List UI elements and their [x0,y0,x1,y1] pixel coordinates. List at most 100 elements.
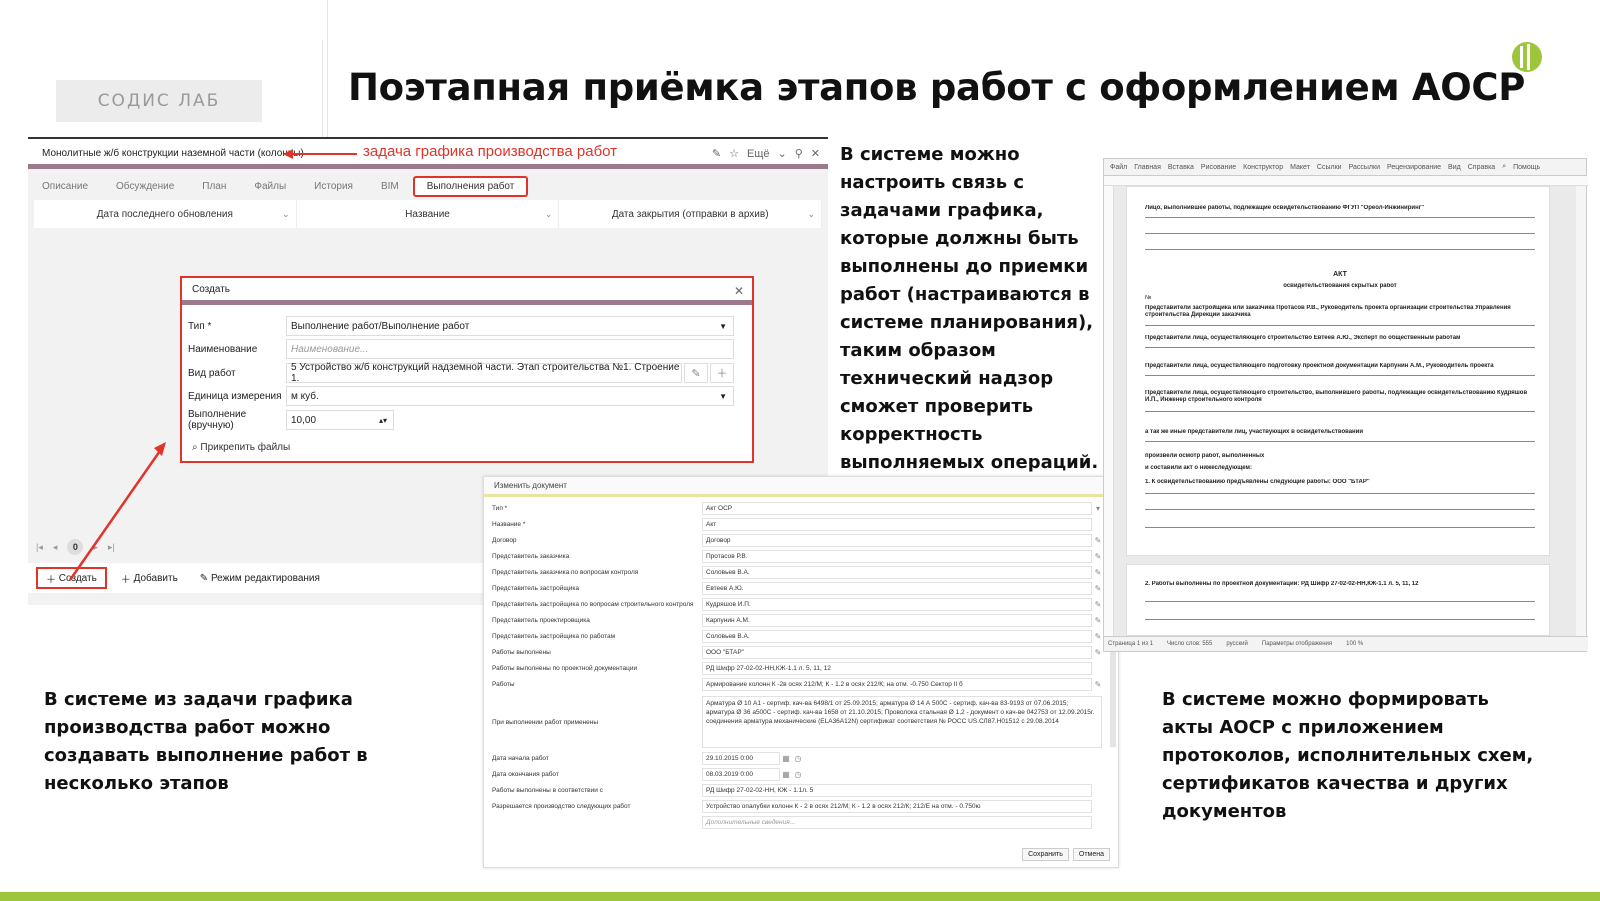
edit-icon[interactable]: ✎ [712,147,721,160]
doc-line: 1. К освидетельствованию предъявлены сле… [1145,479,1370,485]
ribbon-tab[interactable]: Рассылки [1349,164,1380,171]
doc-field[interactable]: РД Шифр 27-02-02-НН,КЖ-1.1 л. 5, 11, 12 [702,662,1092,675]
field-label: Единица измерения [188,390,282,402]
add-icon[interactable]: ＋ [710,363,734,383]
doc-line: а так же иные представители лиц, участву… [1145,429,1364,435]
ribbon-tab[interactable]: Файл [1110,164,1127,171]
doc-row: Представитель заказчика по вопросам конт… [492,565,1104,580]
task-annotation: задача графика производства работ [363,143,618,160]
doc-field[interactable]: Соловьев В.А. [702,630,1092,643]
save-button[interactable]: Сохранить [1022,848,1069,861]
display-settings[interactable]: Параметры отображения [1262,641,1332,647]
logo-text: СОДИС ЛАБ [97,91,221,111]
doc-header: Изменить документ [484,477,1118,497]
edit-icon[interactable]: ✎ [684,363,708,383]
field-label: Выполнение (вручную) [188,409,247,431]
zoom-level[interactable]: 100 % [1346,641,1363,647]
doc-row: Договор Договор ✎ [492,533,1104,548]
tab-description[interactable]: Описание [28,181,102,192]
doc-field[interactable]: ООО "БТАР" [702,646,1092,659]
task-tabs: Описание Обсуждение План Файлы История B… [28,174,828,198]
extra-info-field[interactable]: Дополнительные сведения... [702,816,1092,829]
tab-discussion[interactable]: Обсуждение [102,181,188,192]
ribbon-tab[interactable]: Макет [1290,164,1310,171]
doc-field[interactable]: Акт [702,518,1092,531]
doc-field[interactable]: Карпунин А.М. [702,614,1092,627]
tab-plan[interactable]: План [188,181,240,192]
doc-field[interactable]: Протасов Р.В. [702,550,1092,563]
underline [1145,375,1535,376]
column-header[interactable]: Дата последнего обновления ⌄ [34,200,297,228]
close-icon[interactable]: ✕ [811,147,820,160]
column-header[interactable]: Название ⌄ [297,200,560,228]
cancel-button[interactable]: Отмена [1072,848,1110,861]
column-header[interactable]: Дата закрытия (отправки в архив) ⌄ [559,200,823,228]
underline [1145,509,1535,510]
ribbon-tab[interactable]: Конструктор [1243,164,1283,171]
stepper-icon[interactable]: ▴▾ [379,416,387,425]
ribbon-tab[interactable]: Рисование [1201,164,1236,171]
materials-textarea[interactable]: Арматура Ø 10 А1 - сертиф. кач-ва 6498/1… [702,696,1102,748]
ribbon-tab[interactable]: Главная [1134,164,1161,171]
work-type-field[interactable]: 5 Устройство ж/б конструкций надземной ч… [286,362,682,384]
calendar-icon[interactable]: ▦ [780,754,792,763]
doc-footer: Сохранить Отмена [1022,848,1110,861]
manual-input[interactable]: 10,00 ▴▾ [286,410,394,430]
divider [322,40,323,140]
ribbon-tab[interactable]: Вид [1448,164,1461,171]
doc-field[interactable]: Евтеев А.Ю. [702,582,1092,595]
doc-field[interactable]: Устройство опалубки колонн К - 2 в осях … [702,800,1092,813]
ribbon-tab[interactable]: Справка [1468,164,1495,171]
ribbon-tab[interactable]: Ссылки [1317,164,1342,171]
edit-mode-button[interactable]: ✎ Режим редактирования [191,567,328,589]
field-label: Вид работ [188,367,236,379]
prev-page-icon[interactable]: ◂ [53,542,58,553]
act-heading: АКТ [1333,271,1347,278]
tab-history[interactable]: История [300,181,367,192]
doc-field[interactable]: Акт ОСР [702,502,1092,515]
name-input[interactable]: Наименование... [286,339,734,359]
calendar-icon[interactable]: ▦ [780,770,792,779]
doc-row: Работы выполнены в соответствии с РД Шифр… [492,783,1104,798]
pin-icon[interactable]: ⚲ [795,147,803,160]
edit-icon[interactable]: ✎ [1092,680,1104,689]
more-button[interactable]: Ещё [747,148,770,160]
act-subheading: освидетельствования скрытых работ [1283,283,1397,289]
start-date-field[interactable]: 29.10.2015 0:00 [702,752,780,765]
close-icon[interactable]: ✕ [734,284,744,298]
doc-field[interactable]: РД Шифр 27-02-02-НН, КЖ - 1.1л. 5 [702,784,1092,797]
underline [1145,347,1535,348]
tab-files[interactable]: Файлы [240,181,300,192]
clock-icon[interactable]: ◷ [792,754,804,763]
scrollbar[interactable] [1576,186,1586,638]
doc-line: Представители лица, осуществляющего стро… [1145,335,1461,341]
status-bar: Страница 1 из 1 Число слов: 555 русский … [1104,636,1588,651]
dropdown-arrow-icon: ▼ [719,321,727,331]
doc-row: Дополнительные сведения... [492,815,1104,830]
doc-row: Дата начала работ 29.10.2015 0:00 ▦ ◷ [492,751,1104,766]
ribbon-tab[interactable]: Рецензирование [1387,164,1441,171]
doc-line: 2. Работы выполнены по проектной докумен… [1145,581,1419,587]
first-page-icon[interactable]: |◂ [36,542,43,553]
doc-field[interactable]: Договор [702,534,1092,547]
type-select[interactable]: Выполнение работ/Выполнение работ ▼ [286,316,734,336]
bottom-accent-bar [0,892,1600,901]
doc-row: Тип * Акт ОСР ▾ [492,501,1104,516]
underline [1145,441,1535,442]
doc-field[interactable]: Соловьев В.А. [702,566,1092,579]
chevron-down-icon[interactable]: ⌄ [778,147,787,160]
attach-files-link[interactable]: ⌕ Прикрепить файлы [192,442,290,453]
star-icon[interactable]: ☆ [729,147,739,160]
unit-select[interactable]: м куб. ▼ [286,386,734,406]
doc-row: Разрешается производство следующих работ… [492,799,1104,814]
tab-bim[interactable]: BIM [367,181,413,192]
doc-field[interactable]: Кудряшов И.П. [702,598,1092,611]
tab-work-completions[interactable]: Выполнения работ [412,175,529,197]
ribbon-tab[interactable]: Помощь [1513,164,1540,171]
search-icon[interactable]: ⌕ [1502,163,1506,171]
underline [1145,233,1535,234]
clock-icon[interactable]: ◷ [792,770,804,779]
end-date-field[interactable]: 08.03.2019 0:00 [702,768,780,781]
ribbon-tab[interactable]: Вставка [1168,164,1194,171]
doc-field[interactable]: Армирование колонн К -2в осях 212/М; К -… [702,678,1092,691]
